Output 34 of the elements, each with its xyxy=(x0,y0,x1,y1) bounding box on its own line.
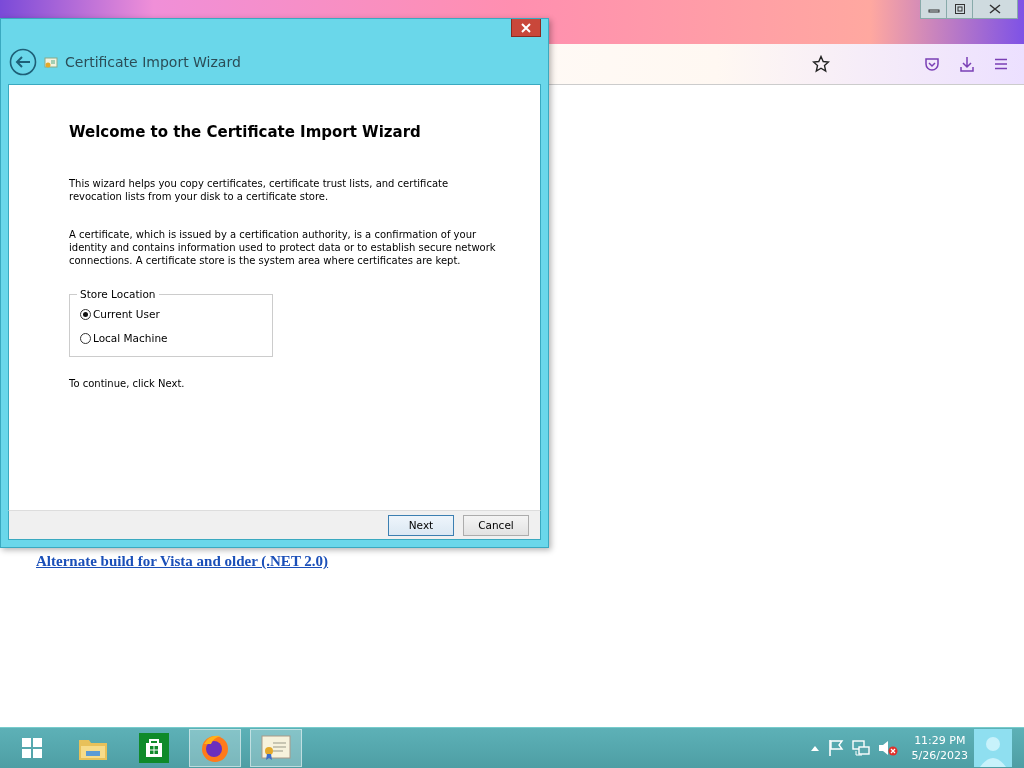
windows-logo-icon xyxy=(21,737,43,759)
window-title: Certificate Import Wizard xyxy=(65,53,241,70)
menu-icon[interactable] xyxy=(994,58,1008,70)
close-icon xyxy=(520,22,532,33)
pocket-icon[interactable] xyxy=(924,56,940,72)
show-hidden-icons-icon[interactable] xyxy=(809,744,820,752)
taskbar-app-button[interactable] xyxy=(189,729,241,767)
download-icon[interactable] xyxy=(959,56,975,72)
radio-label[interactable]: Current User xyxy=(93,308,160,320)
instruction-text: To continue, click Next. xyxy=(69,377,185,390)
flag-icon[interactable] xyxy=(827,739,844,757)
radio-button[interactable] xyxy=(80,332,91,344)
close-button[interactable] xyxy=(511,19,541,37)
clock-date: 5/26/2023 xyxy=(911,748,968,763)
description-text: This wizard helps you copy certificates, certificate trust lists, and certificate revocation lists from your disk to a certificate store. xyxy=(69,177,450,203)
restore-button[interactable] xyxy=(947,0,973,18)
download-link[interactable]: Alternate build for Vista and older (.NET 2.0) xyxy=(36,553,329,569)
shopping-bag-icon xyxy=(139,733,169,763)
dialog-button[interactable]: Cancel xyxy=(463,514,529,536)
radio-button[interactable] xyxy=(80,308,91,320)
wizard-heading: Welcome to the Certificate Import Wizard xyxy=(69,123,421,141)
certificate-icon xyxy=(261,735,291,761)
muted-speaker-icon[interactable] xyxy=(877,739,898,757)
close-button[interactable] xyxy=(973,0,1017,18)
clock-time: 11:29 PM xyxy=(914,733,966,748)
description-text: A certificate, which is issued by a certification authority, is a confirmation of your identity and contains information used to protect data or to establish secure network connections. A certificate store is the system area where certificates are kept. xyxy=(69,228,497,267)
bookmark-star-icon[interactable] xyxy=(812,55,830,73)
dialog-button[interactable]: Next xyxy=(388,514,454,536)
close-icon xyxy=(988,4,1002,14)
network-icon[interactable] xyxy=(851,739,870,757)
radio-label[interactable]: Local Machine xyxy=(93,332,168,344)
group-label: Store Location xyxy=(79,288,157,300)
restore-icon xyxy=(953,3,966,15)
back-icon[interactable] xyxy=(9,47,37,76)
